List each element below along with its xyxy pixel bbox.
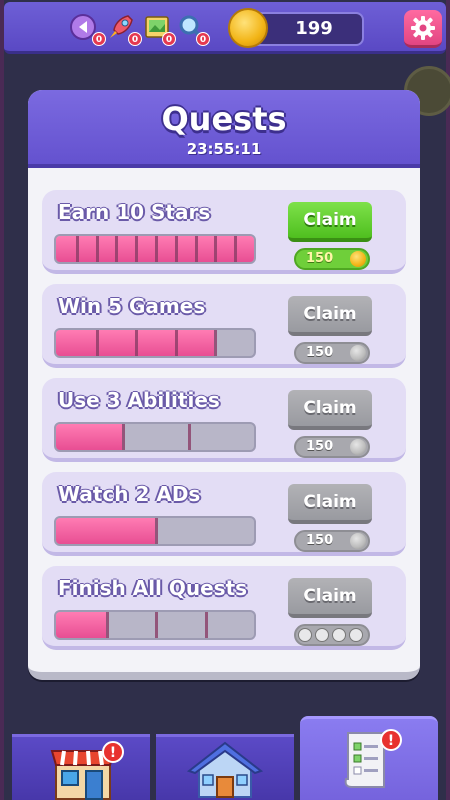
nav-tab-quests[interactable]: ! — [300, 716, 438, 800]
reward-powerups — [294, 624, 370, 646]
claim-button[interactable]: Claim — [288, 578, 372, 618]
gear-icon — [411, 16, 435, 40]
progress-segment-divider — [194, 236, 198, 262]
quest-progress-bar — [54, 422, 256, 452]
reward-amount: 150 — [306, 251, 334, 266]
progress-segment-divider — [135, 330, 139, 356]
powerup-count-badge: 0 — [128, 32, 142, 46]
panel-header: Quests 23:55:11 — [28, 90, 420, 168]
coin-icon — [228, 8, 268, 48]
panel-title: Quests — [161, 100, 287, 138]
top-bar: 0 0 0 0 199 — [4, 2, 446, 54]
progress-segment-divider — [204, 612, 208, 638]
reward-pill: 150 — [294, 530, 370, 552]
progress-segment-divider — [155, 612, 158, 638]
progress-segment-divider — [135, 236, 139, 262]
coin-icon — [350, 251, 366, 267]
quest-name: Win 5 Games — [58, 294, 206, 318]
quest-row: Finish All Quests Claim — [42, 566, 406, 650]
reward-pill: 150 — [294, 436, 370, 458]
progress-segment-divider — [214, 330, 218, 356]
magnifier-icon — [349, 628, 363, 642]
progress-segment-divider — [75, 236, 79, 262]
quests-panel: Quests 23:55:11 Earn 10 Stars Claim 150 … — [28, 90, 420, 680]
claim-button[interactable]: Claim — [288, 484, 372, 524]
progress-segment-divider — [95, 330, 99, 356]
quest-progress-bar — [54, 328, 256, 358]
progress-segment-divider — [214, 236, 218, 262]
progress-segment-divider — [155, 518, 158, 544]
picture-icon — [332, 628, 346, 642]
nav-tab-shop[interactable]: ! — [12, 734, 150, 800]
coin-count: 199 — [295, 18, 333, 39]
powerup-count-badge: 0 — [162, 32, 176, 46]
reward-amount: 150 — [306, 345, 334, 360]
progress-fill — [56, 424, 122, 450]
coin-icon — [350, 345, 366, 361]
progress-segment-divider — [155, 236, 158, 262]
progress-segment-divider — [174, 236, 178, 262]
notification-badge: ! — [102, 741, 124, 763]
reward-amount: 150 — [306, 439, 334, 454]
quest-progress-bar — [54, 234, 256, 264]
progress-segment-divider — [105, 612, 109, 638]
quest-progress-bar — [54, 610, 256, 640]
reward-amount: 150 — [306, 533, 334, 548]
quest-name: Use 3 Abilities — [58, 388, 220, 412]
quest-progress-bar — [54, 516, 256, 546]
quest-row: Earn 10 Stars Claim 150 — [42, 190, 406, 274]
claim-button[interactable]: Claim — [288, 202, 372, 242]
progress-segment-divider — [187, 424, 191, 450]
coin-icon — [350, 533, 366, 549]
progress-segment-divider — [121, 424, 125, 450]
powerup-count-badge: 0 — [196, 32, 210, 46]
coin-icon — [350, 439, 366, 455]
progress-segment-divider — [234, 236, 238, 262]
progress-segment-divider — [115, 236, 119, 262]
progress-segment-divider — [174, 330, 178, 356]
progress-segment-divider — [95, 236, 99, 262]
reward-pill: 150 — [294, 342, 370, 364]
nav-tab-home[interactable] — [156, 734, 294, 800]
progress-fill — [56, 518, 155, 544]
progress-fill — [56, 612, 106, 638]
quest-name: Finish All Quests — [58, 576, 248, 600]
quest-row: Use 3 Abilities Claim 150 — [42, 378, 406, 462]
quest-timer: 23:55:11 — [186, 140, 262, 158]
house-icon — [187, 741, 263, 798]
claim-button[interactable]: Claim — [288, 390, 372, 430]
claim-button[interactable]: Claim — [288, 296, 372, 336]
quest-row: Watch 2 ADs Claim 150 — [42, 472, 406, 556]
rocket-icon — [315, 628, 329, 642]
reward-pill: 150 — [294, 248, 370, 270]
quest-name: Watch 2 ADs — [58, 482, 201, 506]
notification-badge: ! — [380, 729, 402, 751]
powerup-count-badge: 0 — [92, 32, 106, 46]
quest-row: Win 5 Games Claim 150 — [42, 284, 406, 368]
back-arrow-icon — [298, 628, 312, 642]
settings-button[interactable] — [404, 10, 442, 48]
quest-name: Earn 10 Stars — [58, 200, 211, 224]
